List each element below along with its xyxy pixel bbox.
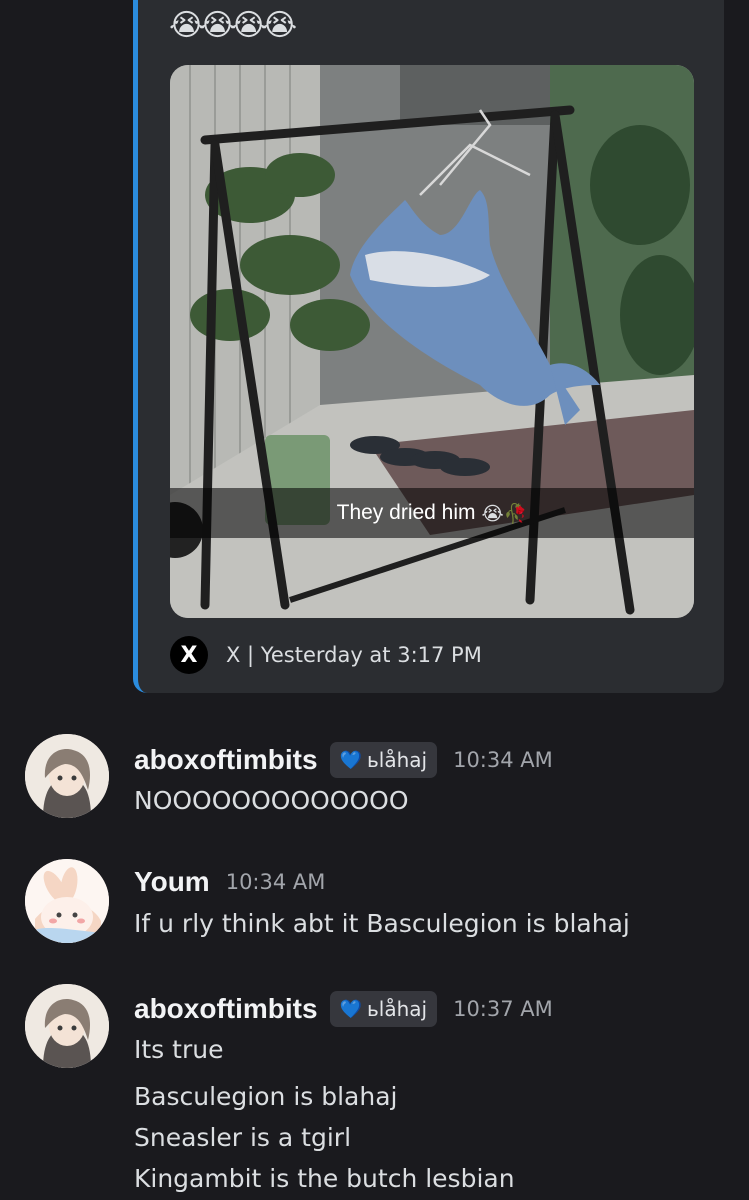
timestamp: 10:34 AM bbox=[225, 870, 326, 894]
embed-footer: X X | Yesterday at 3:17 PM bbox=[170, 636, 482, 674]
message-header: aboxoftimbits 💙 ьlåhaj 10:37 AM bbox=[134, 991, 553, 1027]
role-label: ьlåhaj bbox=[366, 748, 428, 772]
username[interactable]: aboxoftimbits bbox=[134, 993, 318, 1025]
username[interactable]: Youm bbox=[134, 866, 210, 898]
message-text: Kingambit is the butch lesbian bbox=[134, 1164, 515, 1193]
timestamp: 10:37 AM bbox=[453, 997, 553, 1021]
light-blue-heart-icon: 💙 bbox=[339, 749, 362, 771]
x-logo-icon: X bbox=[170, 636, 208, 674]
link-embed: 😭😭😭😭 They dried him 😭🥀 X X | Yesterday a… bbox=[133, 0, 724, 693]
timestamp: 10:34 AM bbox=[453, 748, 553, 772]
message-text: Its true bbox=[134, 1035, 224, 1064]
message-text: NOOOOOOOOOOOOO bbox=[134, 786, 409, 815]
caption-text: They dried him bbox=[336, 501, 476, 524]
avatar[interactable] bbox=[25, 984, 109, 1068]
username[interactable]: aboxoftimbits bbox=[134, 744, 318, 776]
crying-emoji-row: 😭😭😭😭 bbox=[169, 8, 297, 43]
message-header: Youm 10:34 AM bbox=[134, 866, 325, 898]
embed-source[interactable]: X | Yesterday at 3:17 PM bbox=[226, 643, 482, 667]
image-caption: They dried him 😭🥀 bbox=[170, 488, 694, 538]
embed-image[interactable]: They dried him 😭🥀 bbox=[170, 65, 694, 618]
message-text: Sneasler is a tgirl bbox=[134, 1123, 352, 1152]
role-tag[interactable]: 💙 ьlåhaj bbox=[329, 991, 438, 1027]
role-tag[interactable]: 💙 ьlåhaj bbox=[329, 742, 438, 778]
caption-emoji: 😭🥀 bbox=[481, 502, 528, 525]
avatar[interactable] bbox=[25, 734, 109, 818]
light-blue-heart-icon: 💙 bbox=[339, 998, 362, 1020]
message-text: Basculegion is blahaj bbox=[134, 1082, 398, 1111]
avatar[interactable] bbox=[25, 859, 109, 943]
message-text: If u rly think abt it Basculegion is bla… bbox=[134, 909, 630, 938]
message-header: aboxoftimbits 💙 ьlåhaj 10:34 AM bbox=[134, 742, 553, 778]
role-label: ьlåhaj bbox=[366, 997, 428, 1021]
